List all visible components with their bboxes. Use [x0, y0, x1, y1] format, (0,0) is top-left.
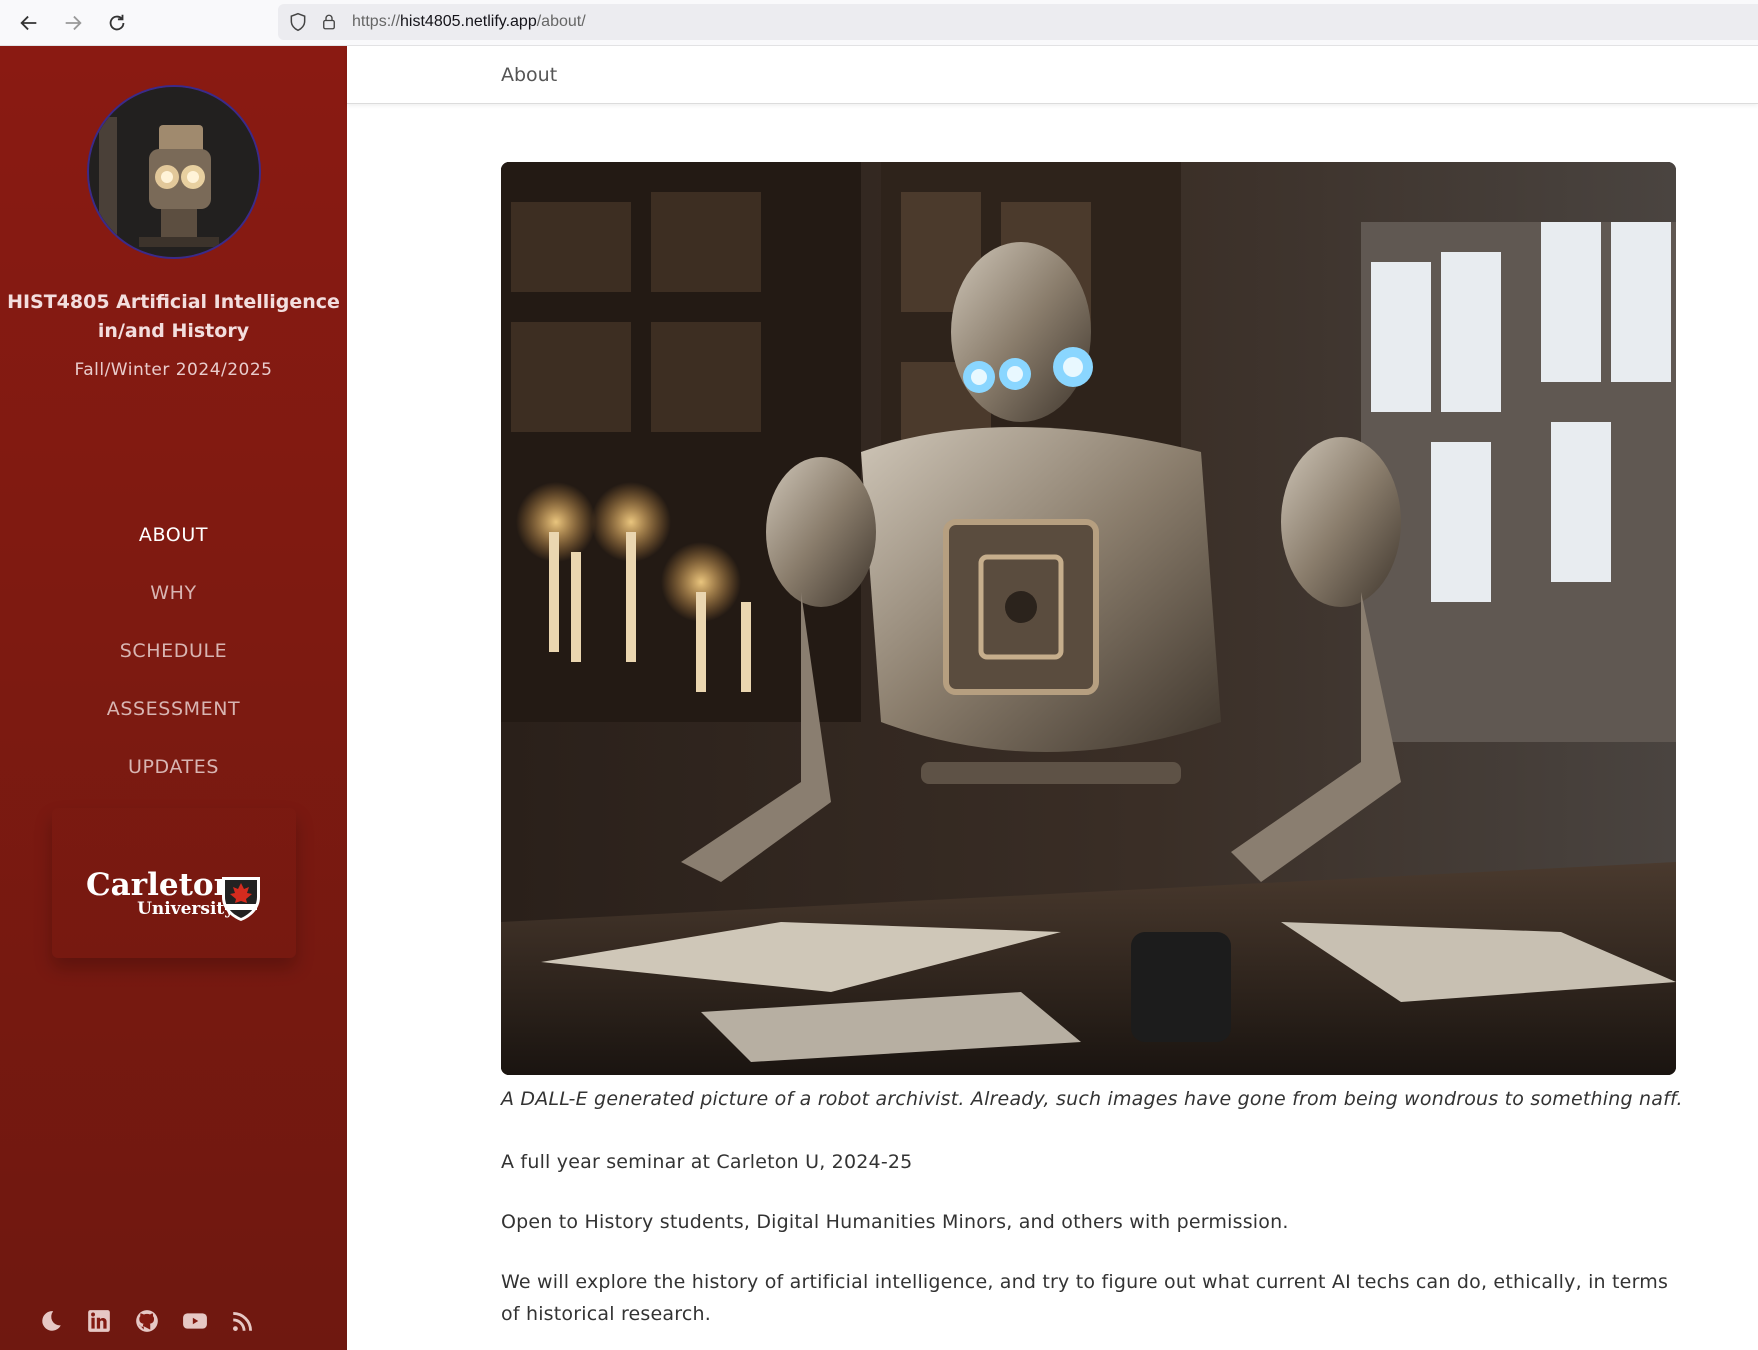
- tracking-shield-icon[interactable]: [288, 12, 308, 32]
- breadcrumb: About: [501, 64, 558, 86]
- url-host: hist4805.netlify.app: [400, 13, 537, 30]
- lock-icon[interactable]: [320, 12, 338, 32]
- carleton-logo-card[interactable]: Carleton University: [52, 808, 296, 958]
- intro-paragraph-1: A full year seminar at Carleton U, 2024-…: [501, 1151, 913, 1173]
- back-arrow-icon: [20, 15, 37, 30]
- forward-arrow-icon: [65, 15, 82, 30]
- reload-icon: [109, 14, 125, 30]
- social-links: [38, 1308, 256, 1334]
- hero-image: [501, 162, 1676, 1075]
- sidebar: HIST4805 Artificial Intelligence in/and …: [0, 46, 347, 1350]
- intro-paragraph-2: Open to History students, Digital Humani…: [501, 1211, 1289, 1233]
- url-scheme: https://: [352, 13, 401, 30]
- menu-item-about[interactable]: ABOUT: [0, 506, 347, 564]
- site-subtitle: Fall/Winter 2024/2025: [74, 360, 273, 380]
- browser-toolbar: https://hist4805.netlify.app/about/: [0, 0, 1758, 46]
- menu-item-updates[interactable]: UPDATES: [0, 738, 347, 796]
- logo-main-text: Carleton: [86, 867, 237, 903]
- carleton-shield-icon: [222, 877, 260, 921]
- menu-item-assessment[interactable]: ASSESSMENT: [0, 680, 347, 738]
- youtube-icon[interactable]: [182, 1308, 208, 1334]
- avatar: [87, 85, 261, 259]
- url-path: /about/: [536, 13, 586, 30]
- linkedin-icon[interactable]: [86, 1308, 112, 1334]
- site-title[interactable]: HIST4805 Artificial Intelligence in/and …: [0, 288, 347, 346]
- menu-item-why[interactable]: WHY: [0, 564, 347, 622]
- menu-item-schedule[interactable]: SCHEDULE: [0, 622, 347, 680]
- intro-paragraph-3: We will explore the history of artificia…: [501, 1271, 1669, 1325]
- forward-button[interactable]: [60, 10, 86, 36]
- top-navbar: About: [347, 46, 1758, 104]
- back-button[interactable]: [16, 10, 42, 36]
- rss-icon[interactable]: [230, 1308, 256, 1334]
- github-icon[interactable]: [134, 1308, 160, 1334]
- robot-avatar-image: [89, 87, 259, 257]
- robot-archivist-image: [501, 162, 1676, 1075]
- carleton-logo: Carleton University: [86, 867, 237, 919]
- reload-button[interactable]: [104, 10, 130, 36]
- url-text[interactable]: https://hist4805.netlify.app/about/: [352, 13, 586, 31]
- theme-toggle-icon[interactable]: [38, 1308, 64, 1334]
- address-bar[interactable]: https://hist4805.netlify.app/about/: [278, 4, 1758, 40]
- sidebar-menu: ABOUT WHY SCHEDULE ASSESSMENT UPDATES: [0, 506, 347, 796]
- image-caption: A DALL-E generated picture of a robot ar…: [501, 1088, 1683, 1110]
